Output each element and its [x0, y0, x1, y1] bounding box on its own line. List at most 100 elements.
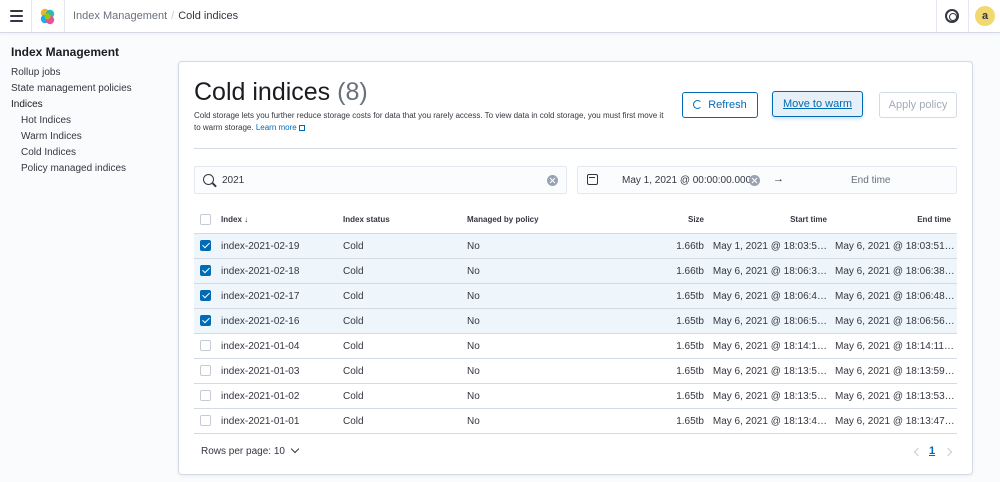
clear-search-icon[interactable] [547, 175, 558, 186]
cell-start-time: May 6, 2021 @ 18:14:1… [712, 341, 827, 352]
help-icon[interactable] [945, 9, 959, 23]
learn-more-link[interactable]: Learn more [256, 123, 305, 132]
search-input[interactable]: 2021 [194, 166, 567, 194]
sidebar-item-hot-indices[interactable]: Hot Indices [21, 115, 71, 126]
breadcrumb-index-management[interactable]: Index Management [73, 10, 167, 22]
sidebar-title: Index Management [11, 45, 120, 59]
cell-size: 1.65tb [676, 341, 704, 352]
row-checkbox[interactable] [200, 415, 211, 426]
avatar[interactable]: a [975, 6, 995, 26]
chevron-down-icon [290, 444, 300, 454]
cell-size: 1.65tb [676, 291, 704, 302]
cell-status: Cold [343, 366, 364, 377]
cell-index[interactable]: index-2021-02-19 [221, 241, 299, 252]
table-row[interactable]: index-2021-02-18 Cold No 1.66tb May 6, 2021 … [194, 259, 957, 284]
cell-index[interactable]: index-2021-01-02 [221, 391, 299, 402]
cell-index[interactable]: index-2021-02-18 [221, 266, 299, 277]
cell-start-time: May 6, 2021 @ 18:06:3… [712, 266, 827, 277]
cell-end-time: May 6, 2021 @ 18:06:48… [835, 291, 954, 302]
cell-size: 1.65tb [676, 391, 704, 402]
main-panel: Cold indices (8) Cold storage lets you f… [178, 61, 973, 475]
sidebar-item-cold-indices[interactable]: Cold Indices [21, 147, 76, 158]
cell-status: Cold [343, 316, 364, 327]
column-header-index-label: Index [221, 215, 242, 224]
column-header-managed-by-policy[interactable]: Managed by policy [467, 215, 539, 224]
table-row[interactable]: index-2021-01-01 Cold No 1.65tb May 6, 2021 … [194, 409, 957, 434]
start-date[interactable]: May 1, 2021 @ 00:00:00.000 [622, 175, 751, 186]
apply-policy-label: Apply policy [888, 99, 948, 111]
row-checkbox[interactable] [200, 340, 211, 351]
column-header-index-status[interactable]: Index status [343, 215, 390, 224]
cell-status: Cold [343, 241, 364, 252]
breadcrumb-cold-indices: Cold indices [178, 10, 239, 22]
page-title-text: Cold indices [194, 78, 331, 106]
table-row[interactable]: index-2021-01-03 Cold No 1.65tb May 6, 2021 … [194, 359, 957, 384]
cell-managed: No [467, 366, 480, 377]
cell-index[interactable]: index-2021-01-01 [221, 416, 299, 427]
cell-size: 1.66tb [676, 241, 704, 252]
cell-managed: No [467, 291, 480, 302]
cell-start-time: May 6, 2021 @ 18:13:5… [712, 391, 827, 402]
column-header-end-time[interactable]: End time [859, 215, 951, 224]
cell-index[interactable]: index-2021-02-17 [221, 291, 299, 302]
refresh-label: Refresh [708, 99, 747, 111]
search-icon [203, 174, 214, 185]
table-row[interactable]: index-2021-02-19 Cold No 1.66tb May 1, 2021 … [194, 234, 957, 259]
select-all-checkbox[interactable] [200, 214, 211, 225]
page-description: Cold storage lets you further reduce sto… [194, 110, 664, 134]
table-row[interactable]: index-2021-02-17 Cold No 1.65tb May 6, 2021 … [194, 284, 957, 309]
cell-start-time: May 6, 2021 @ 18:06:4… [712, 291, 827, 302]
cell-start-time: May 6, 2021 @ 18:13:5… [712, 366, 827, 377]
calendar-icon[interactable] [587, 174, 598, 185]
sidebar-item-warm-indices[interactable]: Warm Indices [21, 131, 82, 142]
breadcrumb: Index Management / Cold indices [73, 10, 238, 22]
cell-managed: No [467, 266, 480, 277]
end-date[interactable]: End time [851, 175, 890, 186]
cell-managed: No [467, 241, 480, 252]
cell-status: Cold [343, 266, 364, 277]
row-checkbox[interactable] [200, 390, 211, 401]
cell-end-time: May 6, 2021 @ 18:13:47… [835, 416, 954, 427]
column-header-start-time[interactable]: Start time [739, 215, 827, 224]
move-to-warm-button[interactable]: Move to warm [772, 91, 863, 117]
apply-policy-button[interactable]: Apply policy [879, 92, 957, 118]
previous-page-icon[interactable] [913, 447, 923, 457]
row-checkbox[interactable] [200, 315, 211, 326]
breadcrumb-separator: / [171, 10, 175, 22]
sidebar-item-state-management-policies[interactable]: State management policies [11, 83, 132, 94]
sort-down-icon: ↓ [244, 215, 249, 224]
refresh-button[interactable]: Refresh [682, 92, 758, 118]
sidebar-item-rollup-jobs[interactable]: Rollup jobs [11, 67, 60, 78]
cell-index[interactable]: index-2021-01-03 [221, 366, 299, 377]
cell-index[interactable]: index-2021-02-16 [221, 316, 299, 327]
row-checkbox[interactable] [200, 365, 211, 376]
column-header-size[interactable]: Size [659, 215, 704, 224]
cell-end-time: May 6, 2021 @ 18:13:53… [835, 391, 954, 402]
cell-end-time: May 6, 2021 @ 18:13:59… [835, 366, 954, 377]
table-row[interactable]: index-2021-02-16 Cold No 1.65tb May 6, 2021 … [194, 309, 957, 334]
clear-start-date-icon[interactable] [749, 175, 760, 186]
rows-per-page-selector[interactable]: Rows per page: 10 [201, 444, 300, 457]
sidebar-item-policy-managed-indices[interactable]: Policy managed indices [21, 163, 126, 174]
cell-size: 1.66tb [676, 266, 704, 277]
sidebar-item-indices[interactable]: Indices [11, 99, 43, 110]
cell-index[interactable]: index-2021-01-04 [221, 341, 299, 352]
table-row[interactable]: index-2021-01-02 Cold No 1.65tb May 6, 2021 … [194, 384, 957, 409]
cell-start-time: May 1, 2021 @ 18:03:5… [712, 241, 827, 252]
cell-status: Cold [343, 341, 364, 352]
rows-per-page-label: Rows per page: 10 [201, 446, 285, 457]
cell-size: 1.65tb [676, 416, 704, 427]
elastic-logo-icon[interactable] [39, 8, 56, 25]
divider [968, 0, 969, 32]
top-bar: Index Management / Cold indices a [0, 0, 1000, 33]
next-page-icon[interactable] [943, 447, 953, 457]
column-header-index[interactable]: Index ↓ [221, 215, 248, 224]
cell-start-time: May 6, 2021 @ 18:13:4… [712, 416, 827, 427]
row-checkbox[interactable] [200, 290, 211, 301]
page-number-1[interactable]: 1 [929, 445, 935, 457]
divider [194, 148, 957, 149]
row-checkbox[interactable] [200, 265, 211, 276]
table-row[interactable]: index-2021-01-04 Cold No 1.65tb May 6, 2021 … [194, 334, 957, 359]
menu-icon[interactable] [10, 10, 23, 22]
row-checkbox[interactable] [200, 240, 211, 251]
